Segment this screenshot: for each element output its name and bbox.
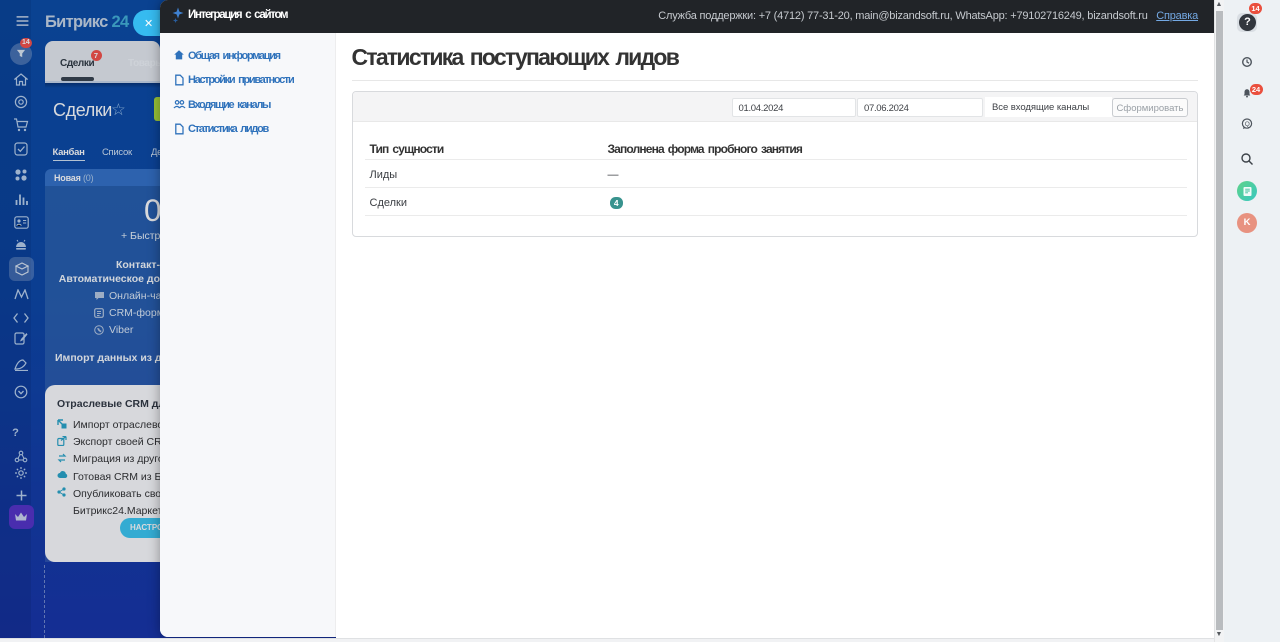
svg-text:Q: Q xyxy=(1245,121,1250,128)
